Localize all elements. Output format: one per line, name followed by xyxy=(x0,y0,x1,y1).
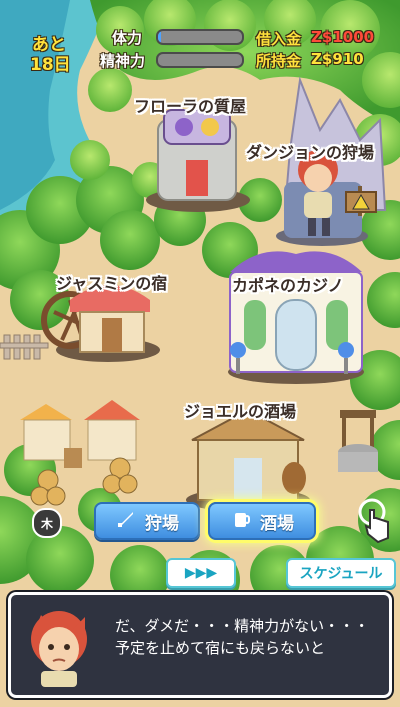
hunt-button[interactable]: 狩場 xyxy=(94,502,200,540)
dialog-line-1: だ、ダメだ・・・精神力がない・・・ xyxy=(115,617,370,635)
debt-label: 借入金 xyxy=(256,30,302,48)
debt-value: Z$1000 xyxy=(311,28,375,46)
tavern-button[interactable]: 酒場 xyxy=(208,502,316,540)
location-inn[interactable]: ジャスミンの宿 xyxy=(56,270,167,294)
hp-gauge-fill xyxy=(158,31,162,43)
location-tavern[interactable]: ジョエルの酒場 xyxy=(184,398,296,422)
location-dungeon[interactable]: ダンジョンの狩場 xyxy=(246,139,374,163)
hunt-button-label: 狩場 xyxy=(145,513,179,534)
money-value: Z$910 xyxy=(311,50,364,68)
beer-mug-icon xyxy=(230,508,252,535)
hp-gauge xyxy=(156,29,244,45)
hp-label: 体力 xyxy=(112,29,143,47)
fast-forward-button[interactable]: ▶▶▶ xyxy=(166,558,236,588)
mental-label: 精神力 xyxy=(100,52,146,70)
tavern-button-label: 酒場 xyxy=(260,513,294,534)
mental-gauge xyxy=(156,52,244,68)
pointing-hand-icon xyxy=(356,498,396,546)
schedule-button[interactable]: スケジュール xyxy=(286,558,396,588)
speaker-portrait xyxy=(19,605,99,687)
dialog-box[interactable]: だ、ダメだ・・・精神力がない・・・ 予定を止めて宿にも戻らないと xyxy=(8,592,392,698)
sword-icon xyxy=(115,508,137,535)
location-pawnshop[interactable]: フローラの質屋 xyxy=(134,93,246,117)
days-left-value: 18日 xyxy=(30,55,71,75)
money-label: 所持金 xyxy=(256,52,302,70)
town-map: あと 18日 体力 精神力 借入金 Z$1000 所持金 Z$910 フローラの… xyxy=(0,0,400,707)
location-casino[interactable]: カポネのカジノ xyxy=(232,272,344,296)
dialog-line-2: 予定を止めて宿にも戻らないと xyxy=(115,639,326,657)
weekday-badge: 木 xyxy=(32,508,62,538)
